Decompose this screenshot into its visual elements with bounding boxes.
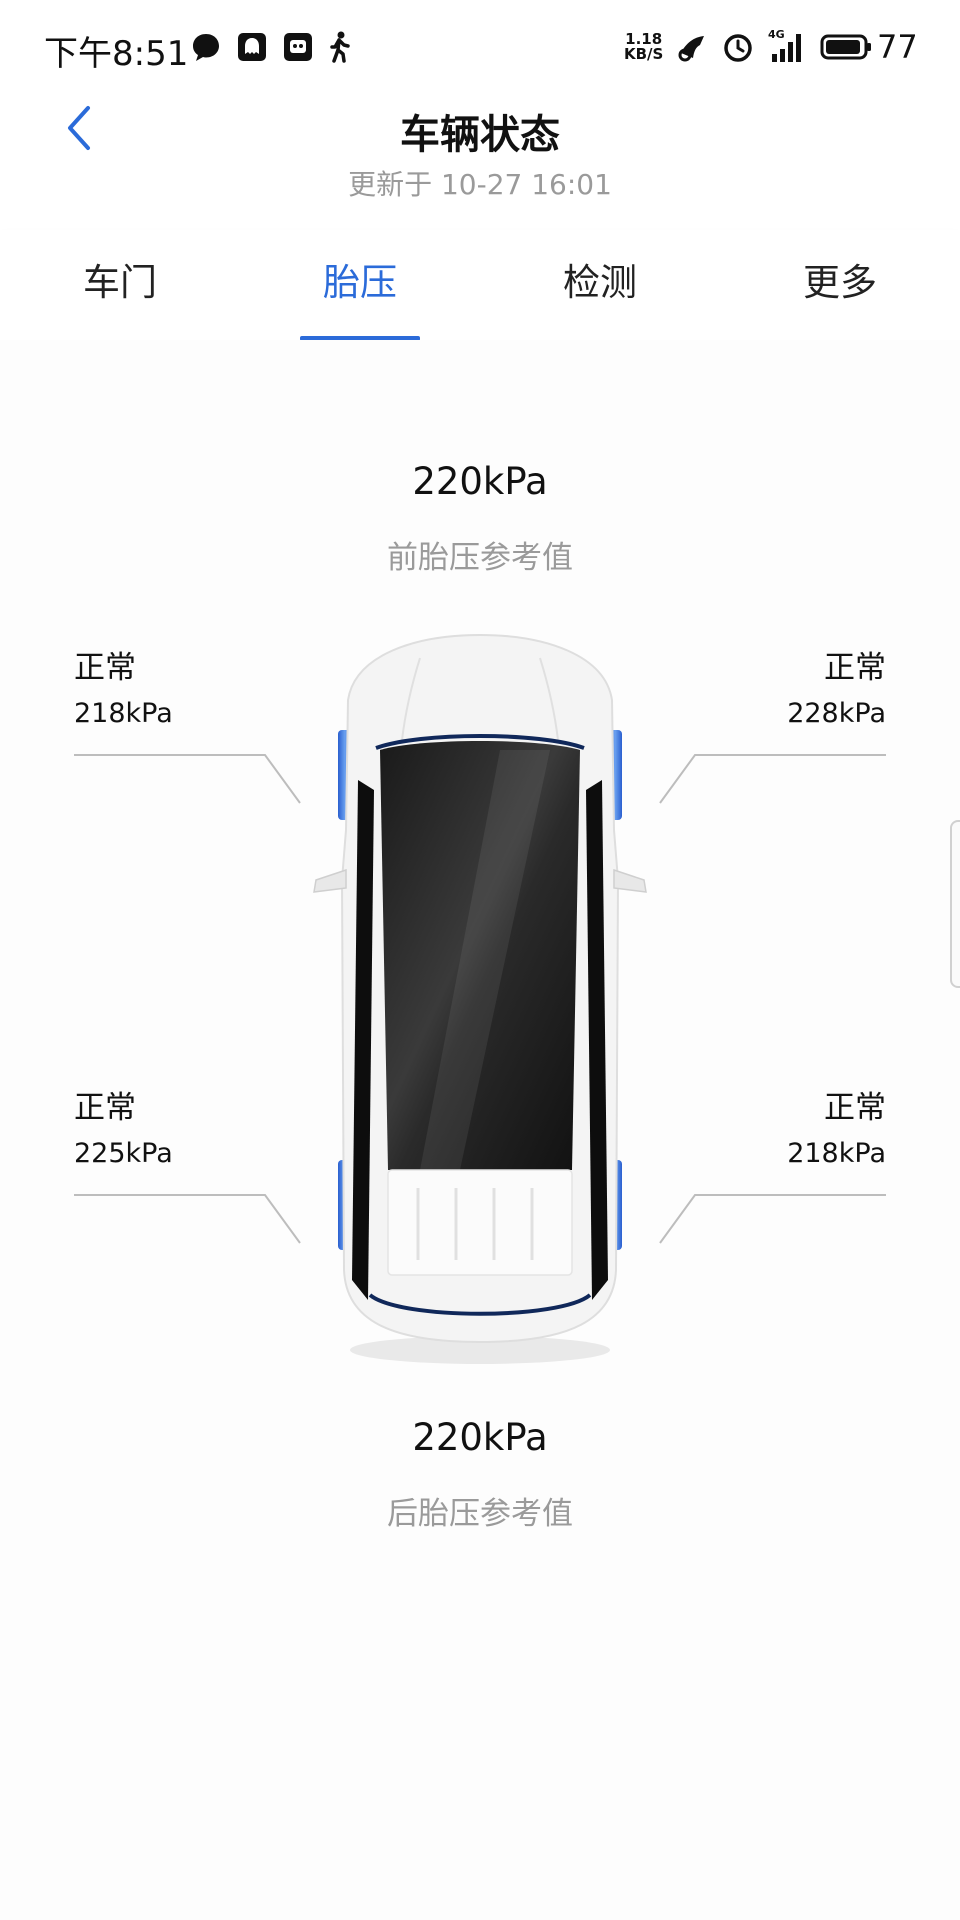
rear-reference-value: 220kPa <box>412 1416 548 1459</box>
left-mirror <box>313 868 347 893</box>
front-left-leader <box>74 754 301 804</box>
edge-swipe-handle[interactable] <box>950 820 960 988</box>
vehicle-status-screen: 下午8:51 1.18 KB/S 4G 77 车辆状态 更新于 10-27 16… <box>0 0 960 1920</box>
right-mirror <box>613 868 647 893</box>
rear-left-leader <box>74 1194 301 1244</box>
rear-right-leader <box>659 1194 886 1244</box>
car-top-view-image <box>313 633 647 1364</box>
rear-roof-panel <box>387 1169 573 1276</box>
front-right-leader <box>659 754 886 804</box>
rear-reference-label: 后胎压参考值 <box>387 1496 573 1532</box>
